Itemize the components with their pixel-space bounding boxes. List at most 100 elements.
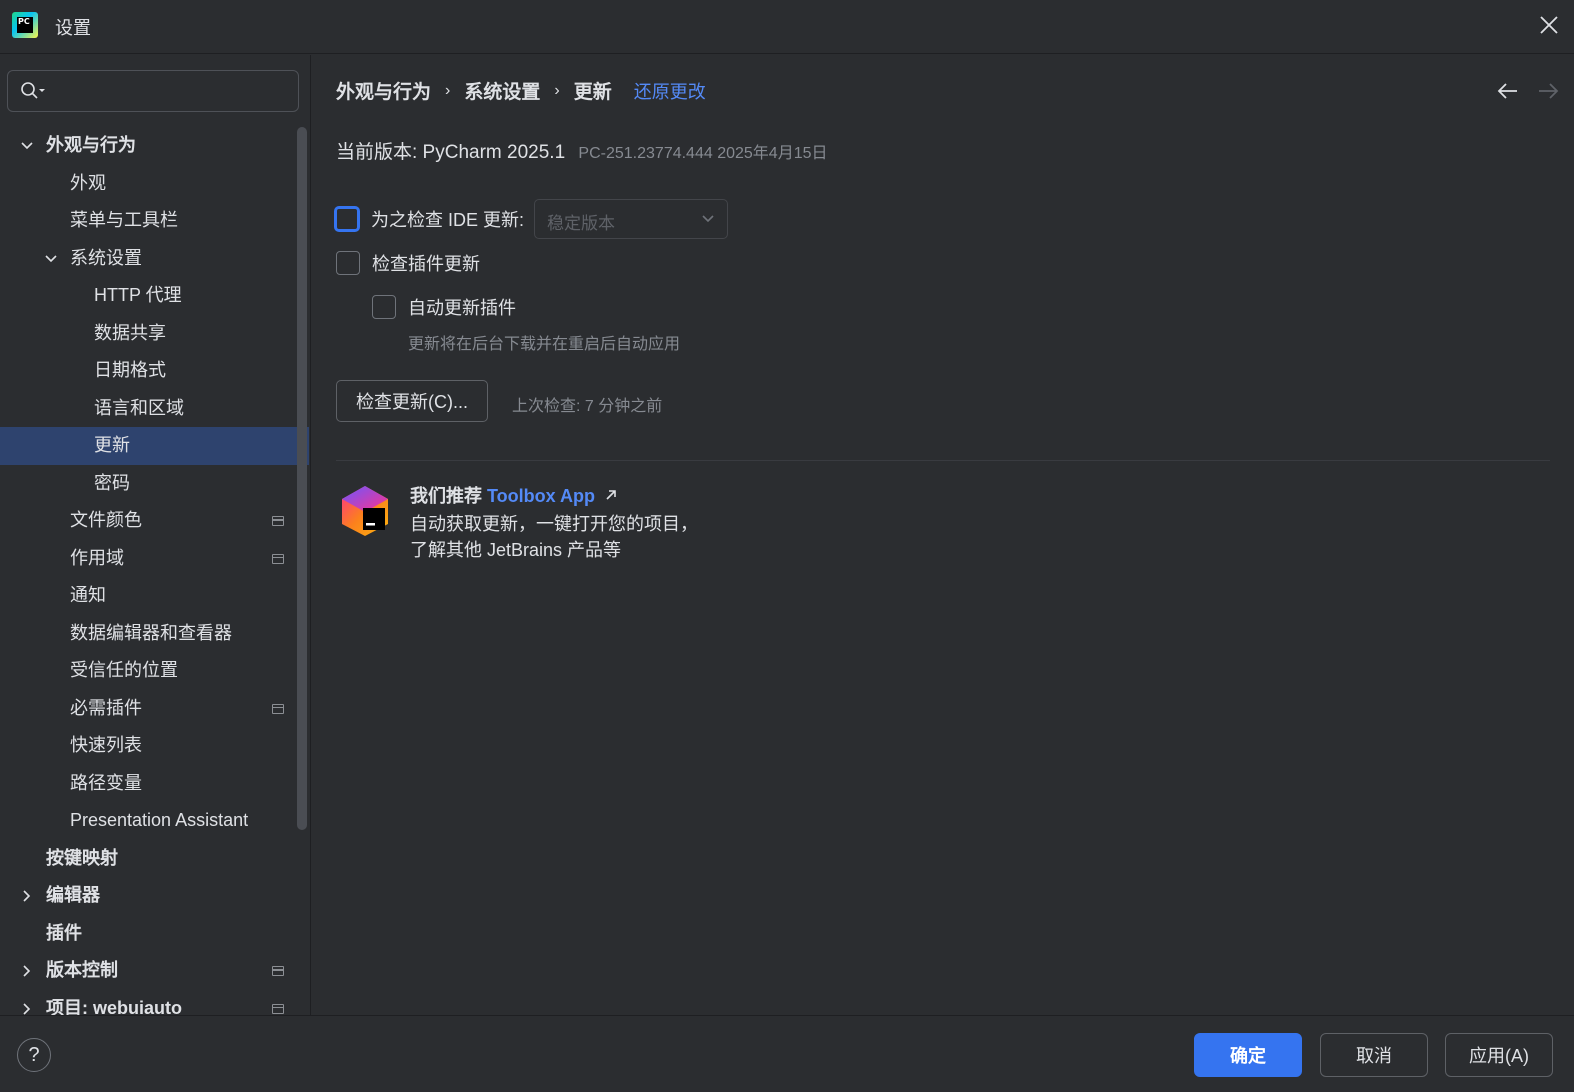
- tree-item[interactable]: 通知: [0, 577, 310, 615]
- chevron-down-icon[interactable]: [44, 252, 58, 266]
- ide-update-checkbox[interactable]: [335, 207, 359, 231]
- tree-item[interactable]: 数据共享: [0, 315, 310, 353]
- tree-item[interactable]: 密码: [0, 465, 310, 503]
- breadcrumb-item: 更新: [573, 82, 612, 103]
- search-input[interactable]: [52, 77, 292, 105]
- tree-item[interactable]: 语言和区域: [0, 390, 310, 428]
- current-version: 当前版本: PyCharm 2025.1 PC-251.23774.444 20…: [336, 137, 828, 164]
- tree-item-label: 文件颜色: [70, 510, 142, 530]
- tree-item[interactable]: Presentation Assistant: [0, 802, 310, 840]
- tree-item-label: 数据编辑器和查看器: [70, 622, 232, 643]
- chevron-right-icon[interactable]: [20, 1002, 34, 1016]
- tree-item[interactable]: 快速列表: [0, 727, 310, 765]
- chevron-right-icon[interactable]: [20, 964, 34, 978]
- breadcrumb-item[interactable]: 外观与行为: [336, 77, 431, 104]
- tree-item[interactable]: 外观: [0, 165, 310, 203]
- chevron-down-icon: [702, 215, 714, 223]
- forward-arrow-icon[interactable]: [1536, 81, 1560, 101]
- tree-item[interactable]: HTTP 代理: [0, 277, 310, 315]
- chevron-right-icon[interactable]: [20, 889, 34, 903]
- tree-item-label: 版本控制: [46, 960, 118, 980]
- tree-item-label: 更新: [94, 435, 130, 455]
- tree-item-label: 快速列表: [70, 735, 142, 755]
- ide-update-row: 为之检查 IDE 更新: 稳定版本: [335, 199, 729, 239]
- version-label: 当前版本: PyCharm 2025.1: [336, 142, 566, 163]
- close-icon: [1540, 16, 1558, 34]
- toolbox-app-link[interactable]: Toolbox App: [487, 486, 595, 506]
- auto-update-label[interactable]: 自动更新插件: [408, 294, 516, 320]
- ide-update-label[interactable]: 为之检查 IDE 更新:: [371, 206, 524, 232]
- dialog-footer: ? 确定 取消 应用(A): [0, 1015, 1574, 1092]
- auto-update-row: 自动更新插件: [372, 294, 516, 320]
- tree-item[interactable]: 路径变量: [0, 765, 310, 803]
- ok-button[interactable]: 确定: [1194, 1033, 1302, 1077]
- tree-item[interactable]: 受信任的位置: [0, 652, 310, 690]
- settings-search[interactable]: [7, 70, 299, 112]
- pycharm-logo-icon: PC: [12, 12, 38, 38]
- settings-tree: 外观与行为外观菜单与工具栏 系统设置 HTTP 代理 数据共享日期格式语言和区域更新密…: [0, 127, 310, 1027]
- sidebar-scrollbar[interactable]: [297, 127, 307, 830]
- tree-item[interactable]: 更新: [0, 427, 309, 465]
- divider: [336, 460, 1550, 461]
- navigation-arrows: [1496, 81, 1560, 101]
- reset-changes-link[interactable]: 还原更改: [634, 78, 706, 104]
- plugin-update-row: 检查插件更新: [336, 250, 480, 276]
- project-level-icon: [272, 703, 284, 714]
- tree-item-label: 密码: [94, 472, 130, 493]
- tree-item[interactable]: 版本控制: [0, 952, 310, 990]
- search-icon: [21, 82, 45, 99]
- tree-item[interactable]: 系统设置: [0, 240, 310, 278]
- project-level-icon: [272, 553, 284, 564]
- build-info: PC-251.23774.444 2025年4月15日: [578, 145, 828, 162]
- auto-update-hint: 更新将在后台下载并在重启后自动应用: [408, 336, 681, 353]
- settings-sidebar: 外观与行为外观菜单与工具栏 系统设置 HTTP 代理 数据共享日期格式语言和区域更新密…: [0, 55, 311, 1018]
- update-channel-select[interactable]: 稳定版本: [534, 199, 729, 239]
- chevron-down-icon[interactable]: [20, 139, 34, 153]
- close-button[interactable]: [1534, 10, 1564, 40]
- tree-item[interactable]: 日期格式: [0, 352, 310, 390]
- tree-item-label: 外观: [70, 172, 106, 193]
- project-level-icon: [272, 1003, 284, 1014]
- settings-panel: 外观与行为 › 系统设置 › 更新 还原更改 当前版本: PyCharm 202…: [312, 55, 1574, 1015]
- tree-item-label: 外观与行为: [46, 135, 136, 155]
- toolbox-title: 我们推荐 Toolbox App: [410, 482, 618, 508]
- tree-item[interactable]: 按键映射: [0, 840, 310, 878]
- breadcrumb: 外观与行为 › 系统设置 › 更新 还原更改: [336, 77, 706, 104]
- tree-item[interactable]: 必需插件: [0, 690, 310, 728]
- tree-item-label: 按键映射: [46, 847, 118, 868]
- update-channel-value: 稳定版本: [547, 214, 616, 233]
- auto-update-checkbox[interactable]: [372, 295, 396, 319]
- tree-item[interactable]: 插件: [0, 915, 310, 953]
- project-level-icon: [272, 966, 284, 976]
- plugin-update-label[interactable]: 检查插件更新: [372, 250, 480, 276]
- tree-item[interactable]: 菜单与工具栏: [0, 202, 310, 240]
- check-updates-button[interactable]: 检查更新(C)...: [336, 380, 488, 422]
- project-level-icon: [272, 516, 284, 526]
- breadcrumb-item[interactable]: 系统设置: [464, 77, 540, 104]
- tree-item[interactable]: 作用域: [0, 540, 310, 578]
- tree-item[interactable]: 编辑器: [0, 877, 310, 915]
- cancel-button[interactable]: 取消: [1320, 1033, 1428, 1077]
- tree-item-label: 作用域: [70, 547, 124, 568]
- tree-item[interactable]: 外观与行为: [0, 127, 310, 165]
- help-button[interactable]: ?: [17, 1038, 51, 1072]
- tree-item-label: 数据共享: [94, 322, 166, 343]
- tree-item-label: 系统设置: [70, 247, 142, 268]
- apply-button[interactable]: 应用(A): [1445, 1033, 1553, 1077]
- tree-item[interactable]: 数据编辑器和查看器: [0, 615, 310, 653]
- tree-item-label: 编辑器: [46, 885, 100, 905]
- plugin-update-checkbox[interactable]: [336, 251, 360, 275]
- tree-item-label: 语言和区域: [94, 397, 184, 418]
- breadcrumb-separator-icon: ›: [445, 81, 451, 99]
- toolbox-title-prefix: 我们推荐: [410, 486, 488, 506]
- tree-item-label: HTTP 代理: [94, 285, 182, 305]
- external-link-icon[interactable]: [604, 488, 618, 502]
- toolbox-description-line1: 自动获取更新，一键打开您的项目，: [410, 514, 698, 534]
- breadcrumb-separator-icon: ›: [554, 81, 560, 99]
- tree-item-label: 受信任的位置: [70, 660, 178, 680]
- tree-item-label: 日期格式: [94, 360, 166, 380]
- back-arrow-icon[interactable]: [1496, 81, 1520, 101]
- toolbox-description-line2: 了解其他 JetBrains 产品等: [410, 540, 622, 560]
- tree-item[interactable]: 文件颜色: [0, 502, 310, 540]
- tree-item-label: 菜单与工具栏: [70, 210, 178, 230]
